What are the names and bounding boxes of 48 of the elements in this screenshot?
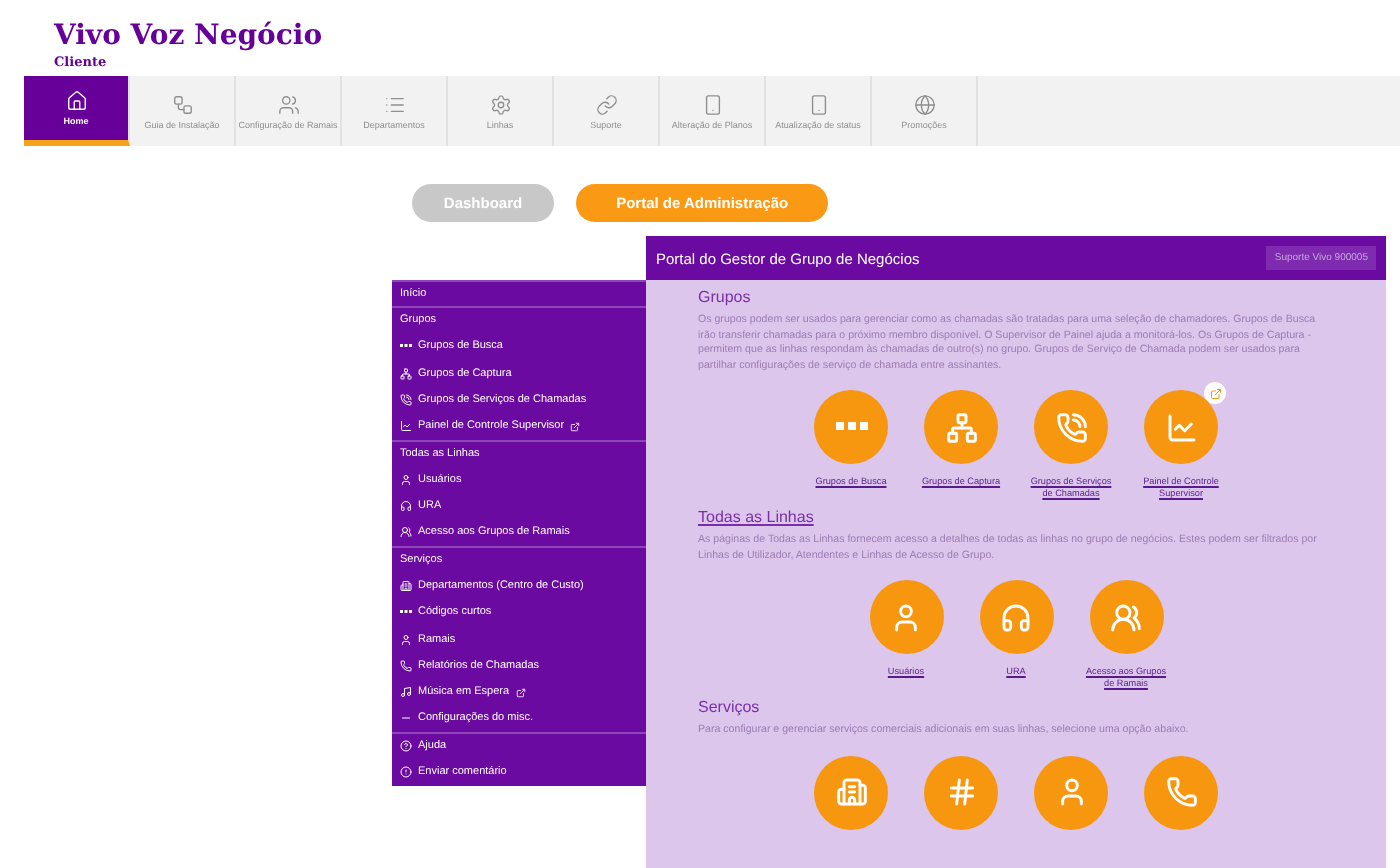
shortcut-button[interactable] — [1089, 580, 1163, 654]
dash-icon — [400, 712, 412, 725]
hash-icon — [945, 776, 977, 808]
chart-icon — [1165, 411, 1197, 443]
dots-icon — [400, 610, 412, 615]
building-icon — [400, 579, 412, 592]
phone-icon — [400, 393, 412, 406]
user-icon — [890, 601, 922, 633]
dots-icon — [835, 422, 867, 432]
phone-icon — [400, 659, 412, 672]
building-icon — [835, 776, 867, 808]
shortcut-button[interactable] — [814, 755, 888, 829]
alert-icon — [400, 765, 412, 778]
home-icon — [65, 90, 87, 112]
user-icon — [400, 473, 412, 486]
headset-icon — [400, 500, 412, 513]
section-title: Grupos — [698, 288, 751, 306]
music-icon — [400, 686, 412, 699]
app-title: Vivo Voz Negócio — [54, 22, 323, 52]
phone-icon — [1055, 411, 1087, 443]
dots-icon — [400, 344, 412, 349]
section-title: Serviços — [698, 698, 760, 716]
hierarchy-icon — [400, 367, 412, 380]
shortcut-button[interactable] — [924, 755, 998, 829]
shortcut-button[interactable] — [869, 580, 943, 654]
hierarchy-icon — [945, 411, 977, 443]
phone-icon — [1165, 776, 1197, 808]
group-icon — [400, 526, 412, 539]
group-icon — [1110, 601, 1142, 633]
gear-icon — [489, 93, 511, 115]
globe-icon — [913, 93, 935, 115]
section-title: Todas as Linhas — [698, 508, 814, 526]
headset-icon — [1000, 601, 1032, 633]
shortcut-button[interactable] — [814, 390, 888, 464]
people-icon — [277, 93, 299, 115]
shortcut-button[interactable] — [1034, 755, 1108, 829]
phone-icon — [807, 93, 829, 115]
user-icon — [400, 633, 412, 645]
user-icon — [1055, 776, 1087, 808]
link-icon — [595, 93, 617, 115]
shortcut-button[interactable] — [924, 390, 998, 464]
flow-icon — [171, 93, 193, 115]
shortcut-button[interactable] — [1034, 390, 1108, 464]
help-icon — [400, 740, 412, 753]
shortcut-button[interactable] — [979, 580, 1053, 654]
shortcut-button[interactable] — [1144, 755, 1218, 829]
chart-icon — [400, 420, 412, 433]
phone-icon — [701, 93, 723, 115]
